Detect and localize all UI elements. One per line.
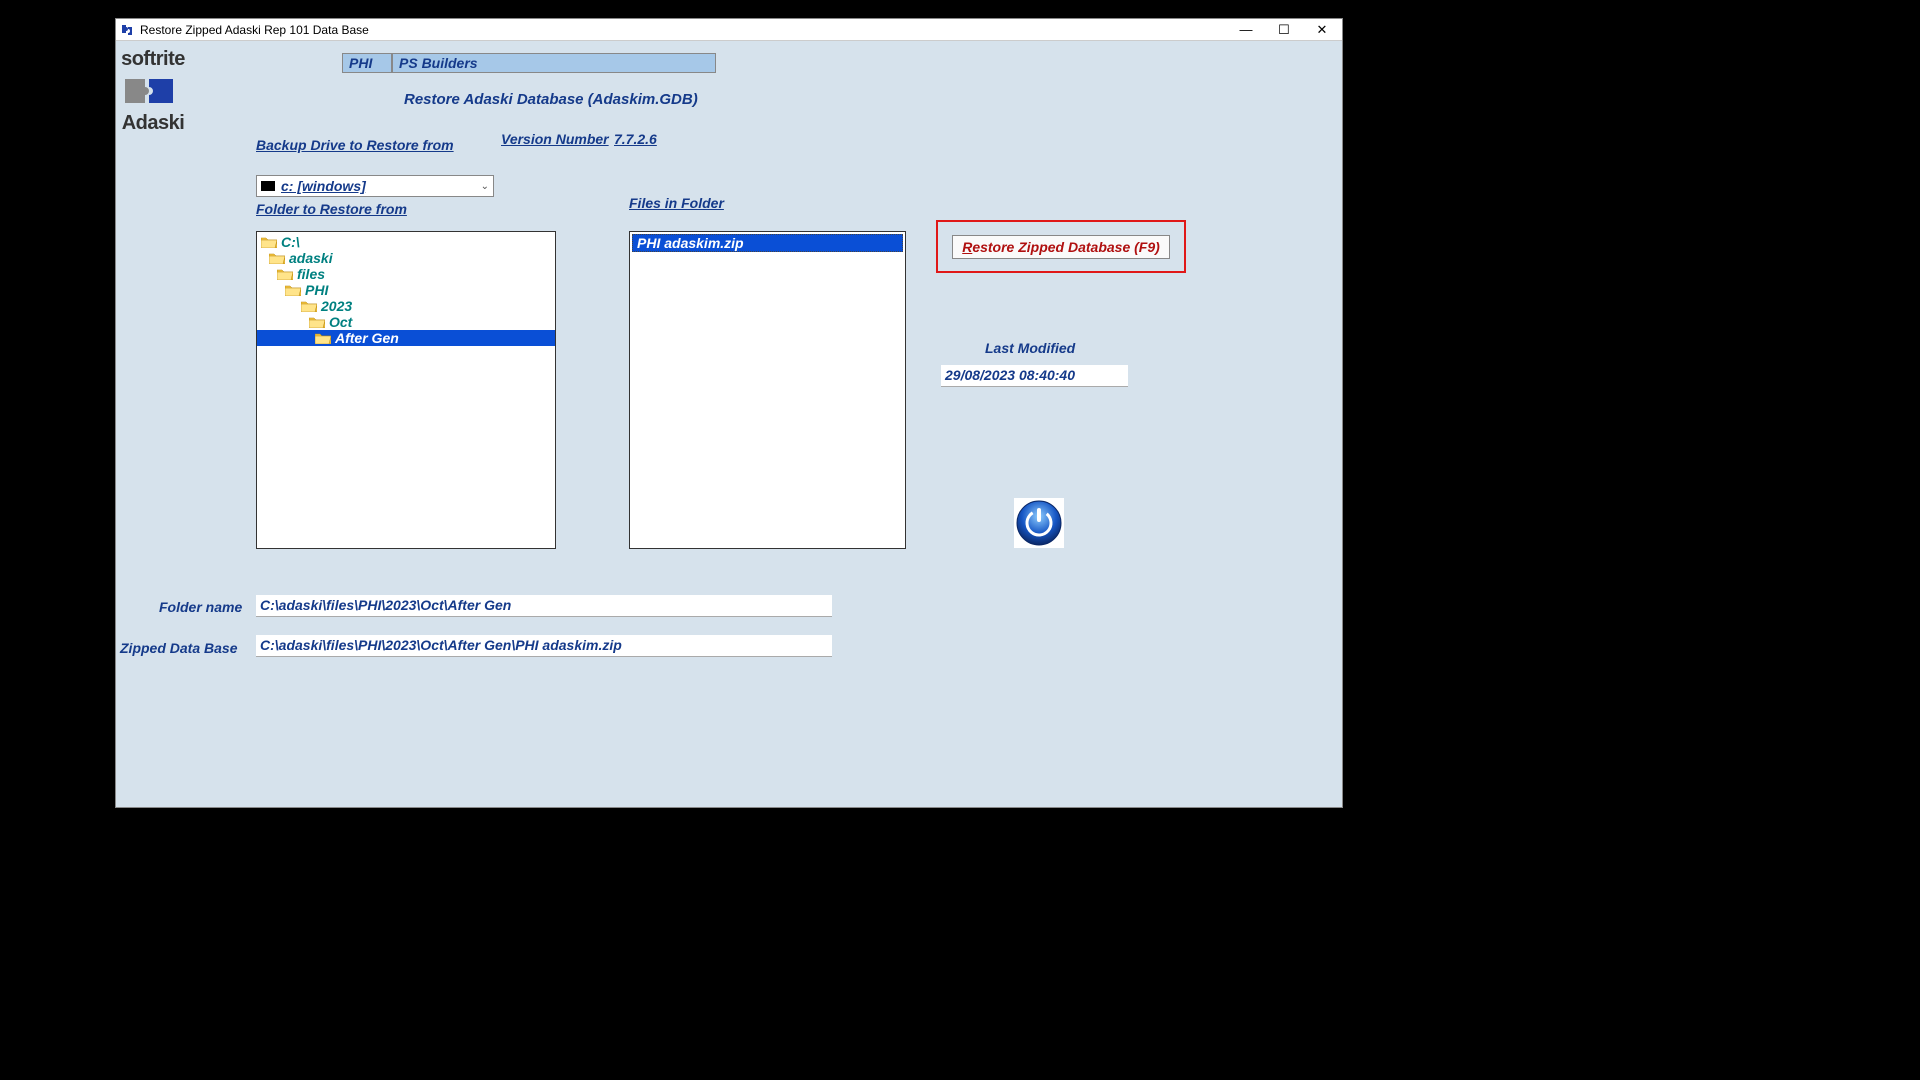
tree-item[interactable]: Oct <box>257 314 555 330</box>
window-title: Restore Zipped Adaski Rep 101 Data Base <box>140 23 1236 37</box>
tree-item-label: C:\ <box>281 234 300 250</box>
header-code: PHI <box>342 53 392 73</box>
close-button[interactable]: ✕ <box>1312 22 1332 38</box>
folder-icon <box>309 316 325 328</box>
tree-item-label: PHI <box>305 282 328 298</box>
folder-name-field[interactable]: C:\adaski\files\PHI\2023\Oct\After Gen <box>256 595 832 617</box>
folder-icon <box>261 236 277 248</box>
folder-icon <box>315 332 331 344</box>
app-window: Restore Zipped Adaski Rep 101 Data Base … <box>115 18 1343 808</box>
version-value: 7.7.2.6 <box>614 131 657 147</box>
tree-item-label: After Gen <box>335 330 399 346</box>
folder-icon <box>285 284 301 296</box>
folder-icon <box>301 300 317 312</box>
tree-item[interactable]: files <box>257 266 555 282</box>
folder-icon <box>269 252 285 264</box>
minimize-button[interactable]: — <box>1236 22 1256 38</box>
zipped-db-label: Zipped Data Base <box>120 640 237 656</box>
logo-top-text: softrite <box>121 49 185 69</box>
folder-icon <box>277 268 293 280</box>
tree-item-label: 2023 <box>321 298 352 314</box>
zipped-db-field[interactable]: C:\adaski\files\PHI\2023\Oct\After Gen\P… <box>256 635 832 657</box>
folder-restore-label: Folder to Restore from <box>256 201 407 217</box>
tree-item[interactable]: 2023 <box>257 298 555 314</box>
tree-item-label: Oct <box>329 314 352 330</box>
drive-selected: c: [windows] <box>281 178 481 194</box>
folder-name-label: Folder name <box>159 599 242 615</box>
tree-item[interactable]: C:\ <box>257 234 555 250</box>
files-list[interactable]: PHI adaskim.zip <box>629 231 906 549</box>
tree-item[interactable]: PHI <box>257 282 555 298</box>
chevron-down-icon: ⌄ <box>481 181 489 192</box>
logo-bottom-text: Adaski <box>121 113 185 133</box>
power-button[interactable] <box>1014 498 1064 548</box>
tree-item-label: adaski <box>289 250 333 266</box>
header-row: PHI PS Builders <box>342 53 716 73</box>
window-content: softrite Adaski PHI PS Builders Restore … <box>116 41 1342 807</box>
maximize-button[interactable]: ☐ <box>1274 22 1294 38</box>
backup-drive-label: Backup Drive to Restore from <box>256 137 454 153</box>
titlebar: Restore Zipped Adaski Rep 101 Data Base … <box>116 19 1342 41</box>
restore-button-frame: Restore Zipped Database (F9) <box>936 220 1186 273</box>
last-modified-label: Last Modified <box>985 340 1075 356</box>
page-subtitle: Restore Adaski Database (Adaskim.GDB) <box>404 91 698 108</box>
tree-item[interactable]: After Gen <box>257 330 555 346</box>
window-controls: — ☐ ✕ <box>1236 22 1332 38</box>
folder-tree[interactable]: C:\adaskifilesPHI2023OctAfter Gen <box>256 231 556 549</box>
restore-button[interactable]: Restore Zipped Database (F9) <box>952 235 1170 259</box>
drive-icon <box>261 181 275 191</box>
last-modified-value: 29/08/2023 08:40:40 <box>941 365 1128 387</box>
tree-item[interactable]: adaski <box>257 250 555 266</box>
files-in-folder-label: Files in Folder <box>629 195 724 211</box>
drive-select[interactable]: c: [windows] ⌄ <box>256 175 494 197</box>
tree-item-label: files <box>297 266 325 282</box>
app-icon <box>120 23 134 37</box>
file-item[interactable]: PHI adaskim.zip <box>632 234 903 252</box>
logo: softrite Adaski <box>121 49 185 133</box>
header-name: PS Builders <box>392 53 716 73</box>
logo-puzzle-icon <box>121 71 185 111</box>
version-label: Version Number <box>501 131 609 147</box>
